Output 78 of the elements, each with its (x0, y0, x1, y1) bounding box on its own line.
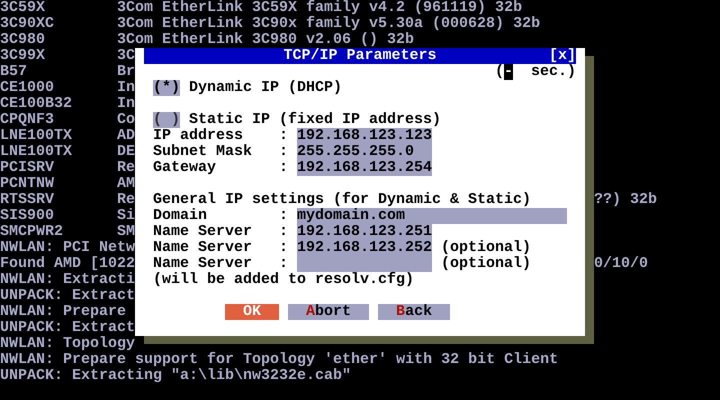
field-label: Domain (153, 208, 208, 224)
dialog-button[interactable]: Abort (288, 304, 370, 320)
field-separator: : (279, 128, 288, 144)
field-separator: : (279, 240, 288, 256)
input-field[interactable]: 192.168.123.254 (297, 160, 432, 176)
field-label: IP address (153, 128, 244, 144)
console-text: ??) 32b (594, 192, 658, 208)
field-label: Name Server (153, 240, 254, 256)
console-text: 3C (117, 48, 136, 64)
console-text: CE100B32 (0, 96, 74, 112)
console-text: UNPACK: Extract (0, 320, 136, 336)
input-field[interactable]: 255.255.255.0 (297, 144, 432, 160)
console-text: UNPACK: Extract (0, 288, 136, 304)
input-field[interactable] (297, 256, 432, 272)
input-field[interactable]: mydomain.com (297, 208, 567, 224)
timeout-unit: sec.) (530, 64, 576, 80)
console-text: In (117, 96, 136, 112)
console-text: 3C980 (0, 32, 46, 48)
console-text: 3C90XC (0, 16, 56, 32)
close-button[interactable]: [x] (548, 48, 576, 64)
console-text: UNPACK: Extracting "a:\lib\nw3232e.cab" (0, 368, 352, 384)
console-text: DE (117, 144, 136, 160)
dialog-button[interactable]: OK (225, 304, 280, 320)
console-text: PCISRV (0, 160, 56, 176)
console-text: NWLAN: PCI Netw (0, 240, 136, 256)
optional-note: (optional) (441, 240, 532, 256)
field-separator: : (279, 144, 288, 160)
console-text: Co (117, 112, 136, 128)
console-text: NWLAN: Extracti (0, 272, 136, 288)
timeout-paren: ( (494, 64, 504, 80)
console-text: AD (117, 128, 136, 144)
console-text: SMCPWR2 (0, 224, 64, 240)
dialog-title: TCP/IP Parameters (283, 48, 437, 64)
field-label: Subnet Mask (153, 144, 254, 160)
optional-note: (optional) (441, 256, 532, 272)
console-text: PCNTNW (0, 176, 56, 192)
text-cursor[interactable]: - (504, 64, 513, 80)
field-separator: : (279, 160, 288, 176)
radio-button[interactable]: ( ) (153, 112, 180, 128)
field-separator: : (279, 208, 288, 224)
console-text: LNE100TX (0, 144, 74, 160)
field-separator: : (279, 224, 288, 240)
console-text: 3Com EtherLink 3C59X family v4.2 (961119) 32b (117, 0, 522, 16)
console-text: NWLAN: Prepare (0, 304, 126, 320)
console-text: NWLAN: Topology (0, 336, 136, 352)
console-text: Found AMD [1022 (0, 256, 136, 272)
field-label: Gateway (153, 160, 218, 176)
console-text: AM (117, 176, 136, 192)
console-text: LNE100TX (0, 128, 74, 144)
console-text: 3C99X (0, 48, 46, 64)
field-label: Name Server (153, 224, 254, 240)
console-text: NWLAN: Prepare support for Topology 'ether' with 32 bit Client (0, 352, 558, 368)
console-text: In (117, 80, 136, 96)
console-text: Re (117, 160, 136, 176)
input-field[interactable]: 192.168.123.251 (297, 224, 432, 240)
console-text: CPQNF3 (0, 112, 56, 128)
console-text: 3Com EtherLink 3C90x family v5.30a (000628) 32b (117, 16, 540, 32)
console-text: RTSSRV (0, 192, 56, 208)
field-separator: : (279, 256, 288, 272)
input-field[interactable]: 192.168.123.123 (297, 128, 432, 144)
console-text: 3C59X (0, 0, 46, 16)
console-text: Br (117, 64, 136, 80)
radio-label: Dynamic IP (DHCP) (189, 80, 342, 96)
input-field[interactable]: 192.168.123.252 (297, 240, 432, 256)
console-text: Si (117, 208, 136, 224)
radio-label: Static IP (fixed IP address) (189, 112, 442, 128)
field-label: Name Server (153, 256, 254, 272)
console-text: SIS900 (0, 208, 56, 224)
console-text: 3Com EtherLink 3C980 v2.06 () 32b (117, 32, 414, 48)
radio-button[interactable]: (*) (153, 80, 180, 96)
console-text: 0/10/0 (594, 256, 648, 272)
console-text: B57 (0, 64, 28, 80)
section-heading: General IP settings (for Dynamic & Static) (153, 192, 532, 208)
console-text: SM (117, 224, 136, 240)
console-text: Re (117, 192, 136, 208)
console-text: CE1000 (0, 80, 56, 96)
dialog-button[interactable]: Back (378, 304, 450, 320)
note-text: (will be added to resolv.cfg) (153, 272, 414, 288)
